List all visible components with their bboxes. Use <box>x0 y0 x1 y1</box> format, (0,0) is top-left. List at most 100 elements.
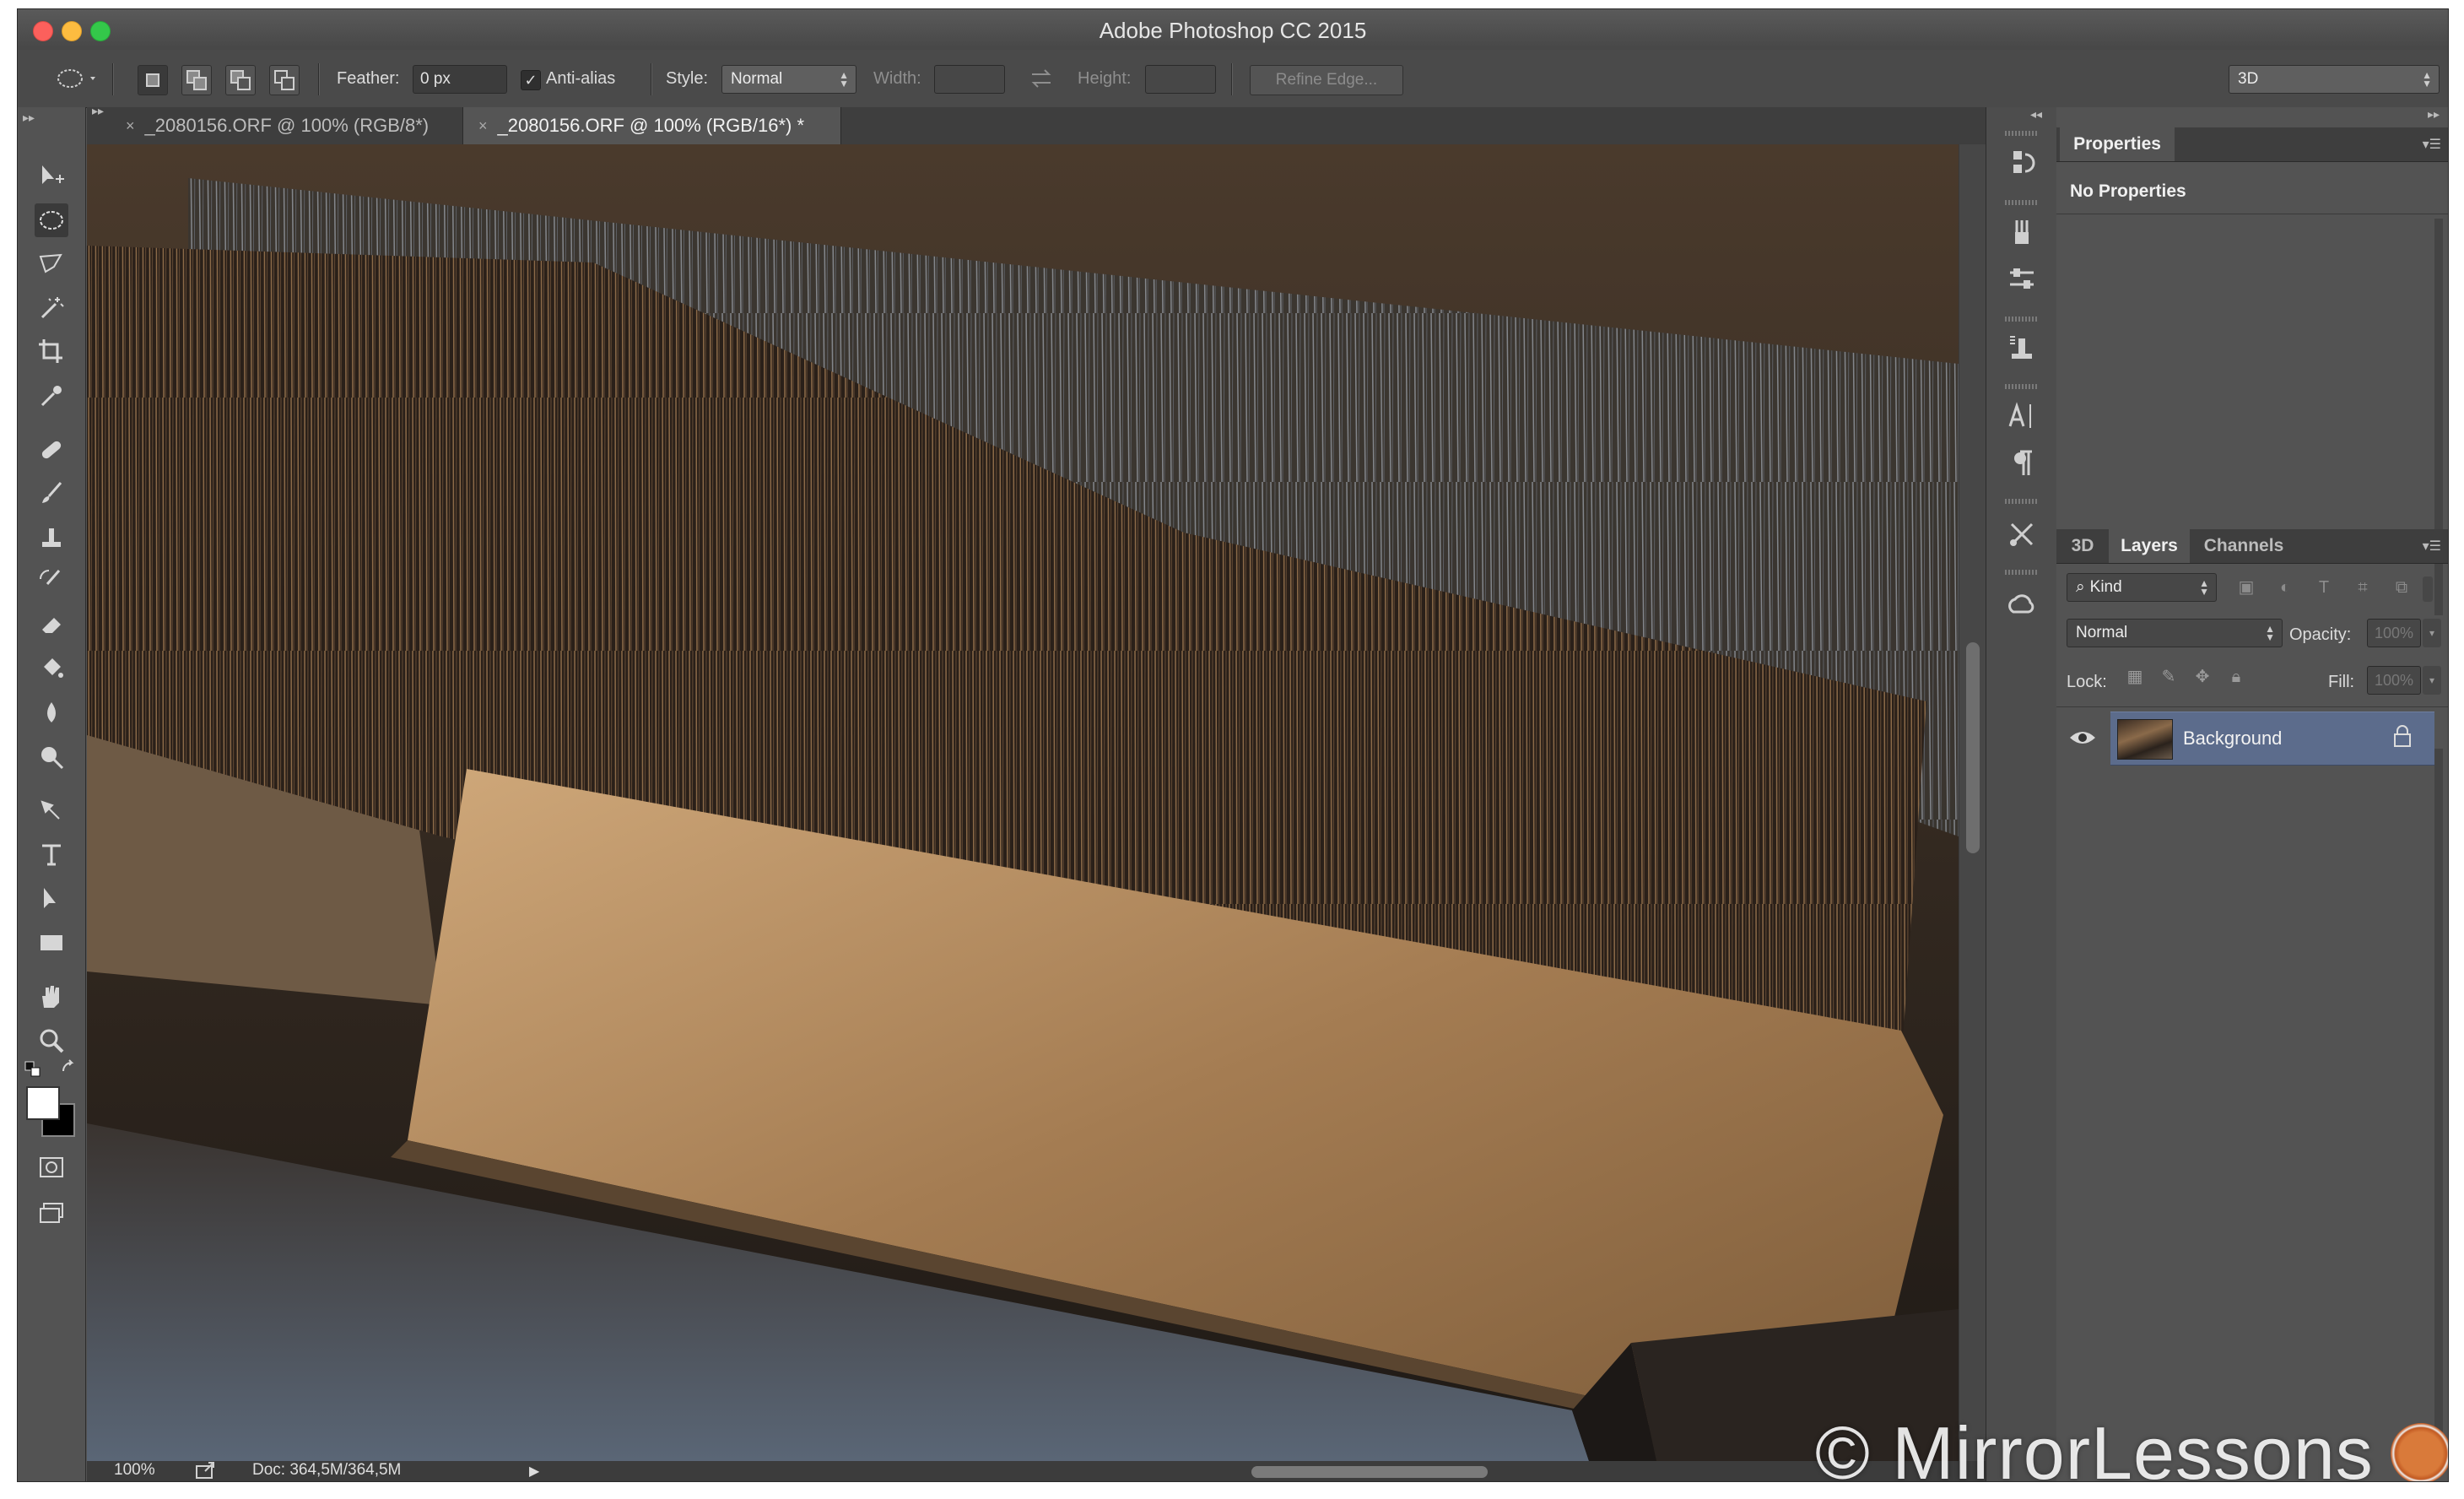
dock-grip[interactable] <box>2005 570 2039 575</box>
default-colors-icon[interactable] <box>24 1061 43 1080</box>
opacity-slider-toggle[interactable]: ▾ <box>2423 619 2441 647</box>
style-label: Style: <box>666 68 709 88</box>
swap-dimensions-icon[interactable] <box>1027 50 1056 107</box>
collapse-left-icon[interactable]: ▸▸ <box>92 104 104 118</box>
layer-visibility-eye-icon[interactable] <box>2068 725 2097 750</box>
close-tab-icon[interactable]: × <box>126 117 135 135</box>
swap-colors-icon[interactable] <box>60 1059 82 1081</box>
lock-transparent-pixels-icon[interactable]: ▦ <box>2124 666 2146 688</box>
document-canvas[interactable] <box>87 144 1959 1461</box>
height-input[interactable] <box>1145 65 1216 94</box>
workspace-select[interactable]: 3D ▲ ▼ <box>2229 65 2440 94</box>
history-panel-icon[interactable] <box>2003 144 2040 181</box>
adjustments-icon[interactable] <box>2003 261 2040 298</box>
dock-grip[interactable] <box>2005 499 2039 504</box>
new-selection-button[interactable] <box>138 65 168 95</box>
elliptical-marquee-tool-icon[interactable] <box>35 203 68 237</box>
filter-toggle[interactable] <box>2423 576 2433 602</box>
anti-alias-checkbox[interactable]: ✓ <box>521 70 541 90</box>
crop-tool-icon[interactable] <box>35 335 68 369</box>
dock-grip[interactable] <box>2005 317 2039 322</box>
rectangle-tool-icon[interactable] <box>35 926 68 960</box>
spot-healing-brush-icon[interactable] <box>35 433 68 467</box>
title-bar: Adobe Photoshop CC 2015 <box>18 9 2448 51</box>
filter-shape-icon[interactable]: ⌗ <box>2352 576 2374 598</box>
document-tab-active[interactable]: × _2080156.ORF @ 100% (RGB/16*) * <box>463 107 841 144</box>
close-tab-icon[interactable]: × <box>478 117 488 135</box>
polygonal-lasso-tool-icon[interactable] <box>35 247 68 281</box>
move-tool-icon[interactable] <box>35 160 68 193</box>
filter-adjustment-icon[interactable]: ◐ <box>2274 576 2296 598</box>
collapse-panels-icon[interactable]: ▸▸ <box>2428 107 2440 122</box>
status-menu-arrow-icon[interactable]: ▶ <box>529 1463 539 1480</box>
eyedropper-tool-icon[interactable] <box>35 379 68 413</box>
filter-pixel-icon[interactable]: ▣ <box>2235 576 2257 598</box>
clone-stamp-icon[interactable] <box>35 521 68 555</box>
filter-smart-object-icon[interactable]: ⧉ <box>2391 576 2413 598</box>
filter-kind-select[interactable]: ⌕ Kind ▲ ▼ <box>2067 573 2217 602</box>
tab-properties[interactable]: Properties <box>2060 127 2175 161</box>
tool-preset-picker[interactable] <box>51 63 100 94</box>
paint-bucket-icon[interactable] <box>35 652 68 686</box>
collapse-dock-icon[interactable]: ◂◂ <box>2030 107 2042 122</box>
layer-row[interactable]: Background <box>2056 712 2434 766</box>
document-tab[interactable]: × _2080156.ORF @ 100% (RGB/8*) <box>111 107 463 144</box>
foreground-color-swatch[interactable] <box>26 1086 60 1120</box>
dock-grip[interactable] <box>2005 131 2039 136</box>
history-brush-icon[interactable] <box>35 565 68 598</box>
intersect-selection-button[interactable] <box>269 65 300 95</box>
type-tool-icon[interactable] <box>35 838 68 872</box>
dodge-tool-icon[interactable] <box>35 740 68 774</box>
panel-menu-icon[interactable]: ▾☰ <box>2423 136 2441 153</box>
layer-item-background[interactable]: Background <box>2110 712 2434 766</box>
clone-source-icon[interactable] <box>2003 330 2040 367</box>
eraser-tool-icon[interactable] <box>35 609 68 642</box>
layers-scrollbar[interactable] <box>2434 749 2443 1475</box>
tab-layers[interactable]: Layers <box>2109 529 2190 563</box>
dock-grip[interactable] <box>2005 200 2039 205</box>
filter-type-icon[interactable]: T <box>2313 576 2335 598</box>
refine-edge-button[interactable]: Refine Edge... <box>1250 65 1403 95</box>
zoom-level[interactable]: 100% <box>114 1461 155 1480</box>
vertical-scrollbar-thumb[interactable] <box>1966 642 1980 853</box>
width-input[interactable] <box>934 65 1005 94</box>
brush-tool-icon[interactable] <box>35 477 68 511</box>
fill-slider-toggle[interactable]: ▾ <box>2423 666 2441 695</box>
separator <box>112 63 114 95</box>
fill-input[interactable]: 100% <box>2367 666 2421 695</box>
panel-menu-icon[interactable]: ▾☰ <box>2423 538 2441 555</box>
blur-tool-icon[interactable] <box>35 696 68 730</box>
hand-tool-icon[interactable] <box>35 980 68 1014</box>
add-to-selection-button[interactable] <box>181 65 212 95</box>
tab-channels[interactable]: Channels <box>2191 529 2296 563</box>
vertical-scrollbar[interactable] <box>1959 144 1986 1461</box>
horizontal-scrollbar-thumb[interactable] <box>1251 1466 1488 1478</box>
style-select[interactable]: Normal ▲ ▼ <box>721 65 856 94</box>
paragraph-panel-icon[interactable] <box>2003 445 2040 482</box>
character-panel-icon[interactable] <box>2003 398 2040 435</box>
blend-mode-select[interactable]: Normal ▲ ▼ <box>2067 619 2283 647</box>
lock-image-pixels-icon[interactable]: ✎ <box>2158 666 2180 688</box>
quick-mask-icon[interactable] <box>35 1150 68 1184</box>
magic-wand-tool-icon[interactable] <box>35 291 68 325</box>
path-selection-icon[interactable] <box>35 882 68 916</box>
lock-all-icon[interactable]: 🔒︎ <box>2225 666 2247 688</box>
watermark-text: © MirrorLessons <box>1815 1411 2374 1482</box>
collapse-toolbar-icon[interactable]: ▸▸ <box>23 111 35 125</box>
creative-cloud-libraries-icon[interactable] <box>2003 587 2040 624</box>
feather-input[interactable]: 0 px <box>413 65 507 94</box>
screen-mode-icon[interactable] <box>35 1196 68 1230</box>
tool-presets-icon[interactable] <box>2003 516 2040 553</box>
subtract-from-selection-button[interactable] <box>225 65 256 95</box>
dock-grip[interactable] <box>2005 384 2039 389</box>
no-properties-text: No Properties <box>2070 181 2186 201</box>
tab-3d[interactable]: 3D <box>2060 529 2105 563</box>
opacity-input[interactable]: 100% <box>2367 619 2421 647</box>
zoom-tool-icon[interactable] <box>35 1024 68 1058</box>
export-icon[interactable] <box>195 1461 217 1481</box>
layer-lock-icon[interactable] <box>2392 724 2413 750</box>
brush-presets-icon[interactable] <box>2003 214 2040 251</box>
lock-position-icon[interactable]: ✥ <box>2191 666 2213 688</box>
right-panels: ▸▸ Properties ▾☰ No Properties 3D Layers… <box>2056 107 2448 1481</box>
pen-tool-icon[interactable] <box>35 794 68 828</box>
